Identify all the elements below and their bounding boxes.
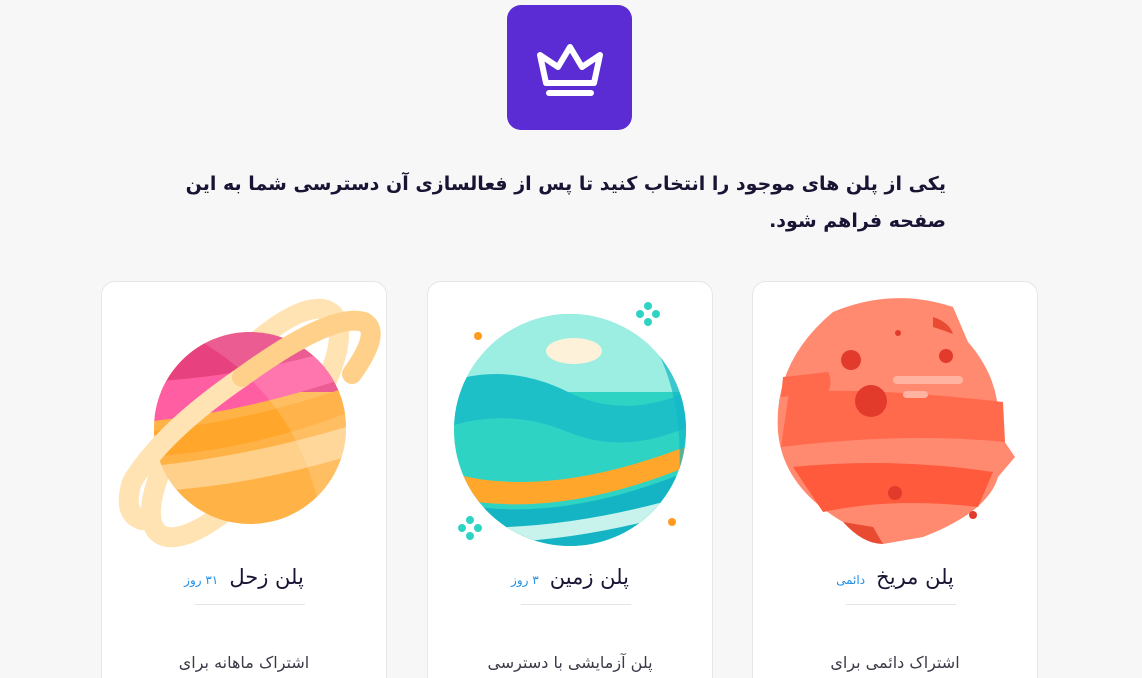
saturn-planet-icon	[118, 298, 381, 548]
crown-icon-tile	[507, 5, 632, 130]
divider	[195, 604, 305, 605]
plan-title-row: پلن زحل ۳۱ روز	[102, 565, 386, 589]
plan-description: پلن آزمایشی با دسترسی	[487, 653, 653, 672]
divider	[521, 604, 631, 605]
plan-description: اشتراک ماهانه برای	[178, 653, 310, 672]
plan-duration-badge: دائمی	[836, 573, 866, 587]
plan-title-row: پلن مریخ دائمی	[753, 565, 1037, 589]
divider	[846, 604, 956, 605]
mars-planet-icon	[777, 298, 1015, 544]
plan-duration-badge: ۳۱ روز	[184, 573, 219, 587]
plan-title: پلن زحل	[229, 565, 304, 589]
plan-duration-badge: ۳ روز	[511, 573, 539, 587]
plan-title: پلن زمین	[549, 565, 629, 589]
plan-title: پلن مریخ	[876, 565, 954, 589]
plan-card-earth[interactable]: پلن زمین ۳ روز پلن آزمایشی با دسترسی	[427, 281, 713, 678]
plan-card-saturn[interactable]: پلن زحل ۳۱ روز اشتراک ماهانه برای	[101, 281, 387, 678]
crown-icon	[536, 43, 603, 96]
sparkle-icon	[636, 302, 660, 326]
intro-text: یکی از پلن های موجود را انتخاب کنید تا پ…	[185, 173, 946, 232]
plan-title-row: پلن زمین ۳ روز	[428, 565, 712, 589]
earth-planet-icon	[454, 302, 686, 546]
plan-card-mars[interactable]: پلن مریخ دائمی اشتراک دائمی برای	[752, 281, 1038, 678]
plan-description: اشتراک دائمی برای	[830, 653, 960, 672]
